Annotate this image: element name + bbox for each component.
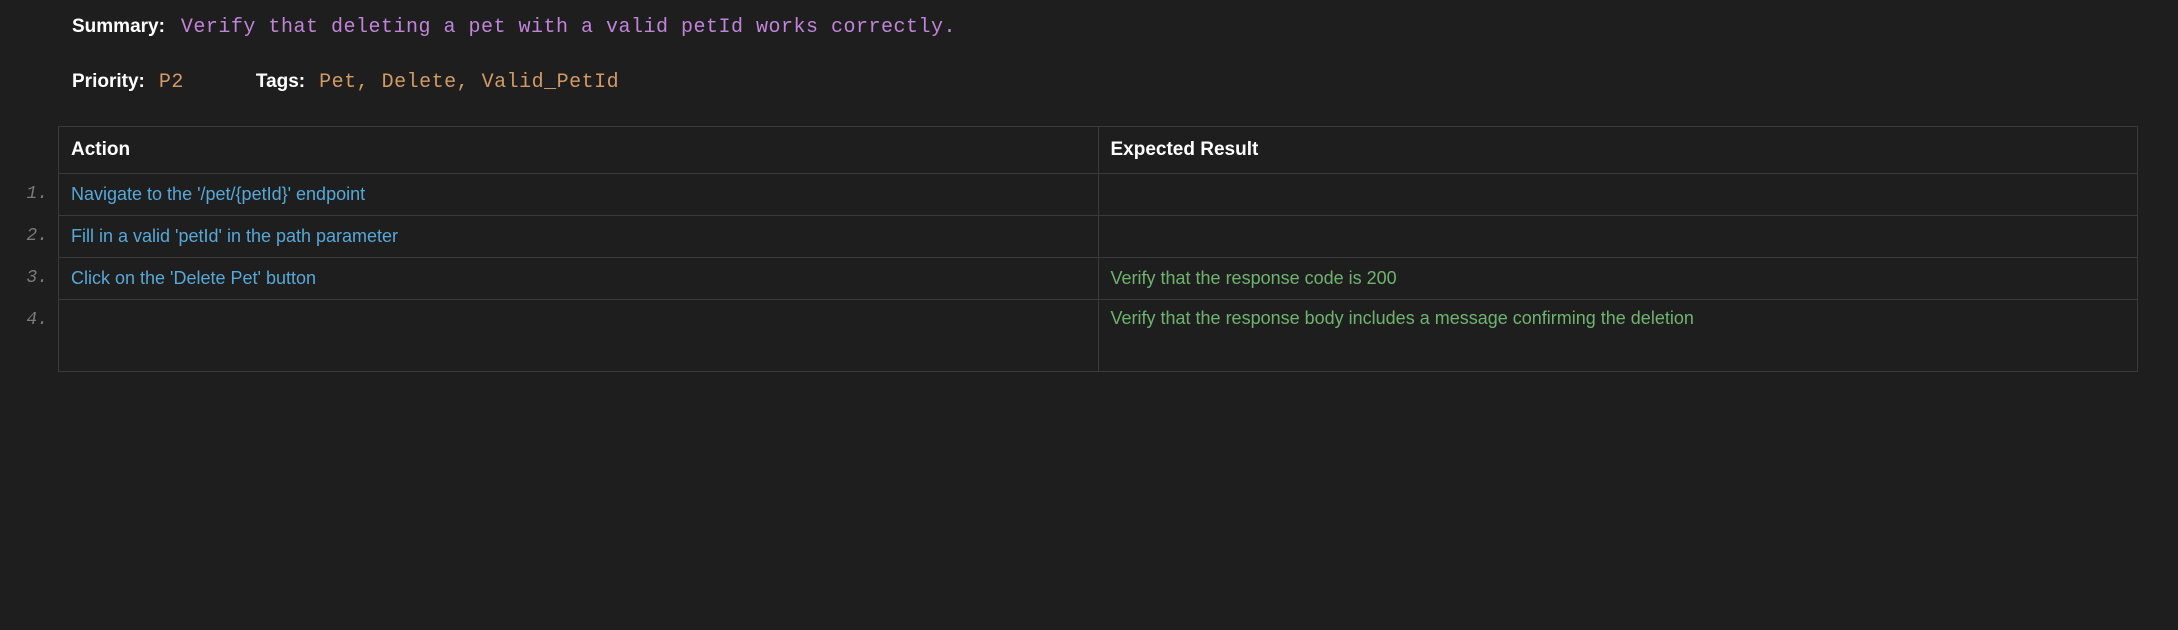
row-number: 1. <box>10 173 48 215</box>
summary-label: Summary: <box>72 16 165 38</box>
meta-row-secondary: Priority: P2 Tags: Pet, Delete, Valid_Pe… <box>0 71 2178 94</box>
tags-value: Pet, Delete, Valid_PetId <box>319 71 619 94</box>
table-header-row: Action Expected Result <box>59 127 2138 174</box>
test-case-panel: Summary: Verify that deleting a pet with… <box>0 16 2178 372</box>
summary-value: Verify that deleting a pet with a valid … <box>181 16 956 39</box>
tags-group: Tags: Pet, Delete, Valid_PetId <box>256 71 619 94</box>
column-header-action: Action <box>59 127 1099 174</box>
cell-expected <box>1098 216 2138 258</box>
cell-expected <box>1098 174 2138 216</box>
tags-label: Tags: <box>256 71 305 93</box>
row-number: 3. <box>10 257 48 299</box>
table-wrap: 1. 2. 3. 4. Action Expected Result Navig… <box>0 126 2178 372</box>
table-row: Fill in a valid 'petId' in the path para… <box>59 216 2138 258</box>
cell-expected: Verify that the response code is 200 <box>1098 258 2138 300</box>
summary-row: Summary: Verify that deleting a pet with… <box>0 16 2178 39</box>
cell-expected: Verify that the response body includes a… <box>1098 300 2138 372</box>
column-header-expected: Expected Result <box>1098 127 2138 174</box>
cell-action: Navigate to the '/pet/{petId}' endpoint <box>59 174 1099 216</box>
row-number: 2. <box>10 215 48 257</box>
row-number-gutter: 1. 2. 3. 4. <box>10 126 58 372</box>
table-row: Navigate to the '/pet/{petId}' endpoint <box>59 174 2138 216</box>
steps-table: Action Expected Result Navigate to the '… <box>58 126 2138 372</box>
priority-label: Priority: <box>72 71 145 93</box>
table-row: Click on the 'Delete Pet' button Verify … <box>59 258 2138 300</box>
cell-action <box>59 300 1099 372</box>
cell-action: Click on the 'Delete Pet' button <box>59 258 1099 300</box>
cell-action: Fill in a valid 'petId' in the path para… <box>59 216 1099 258</box>
row-number: 4. <box>10 299 48 341</box>
priority-group: Priority: P2 <box>72 71 184 94</box>
table-row: Verify that the response body includes a… <box>59 300 2138 372</box>
priority-value: P2 <box>159 71 184 94</box>
